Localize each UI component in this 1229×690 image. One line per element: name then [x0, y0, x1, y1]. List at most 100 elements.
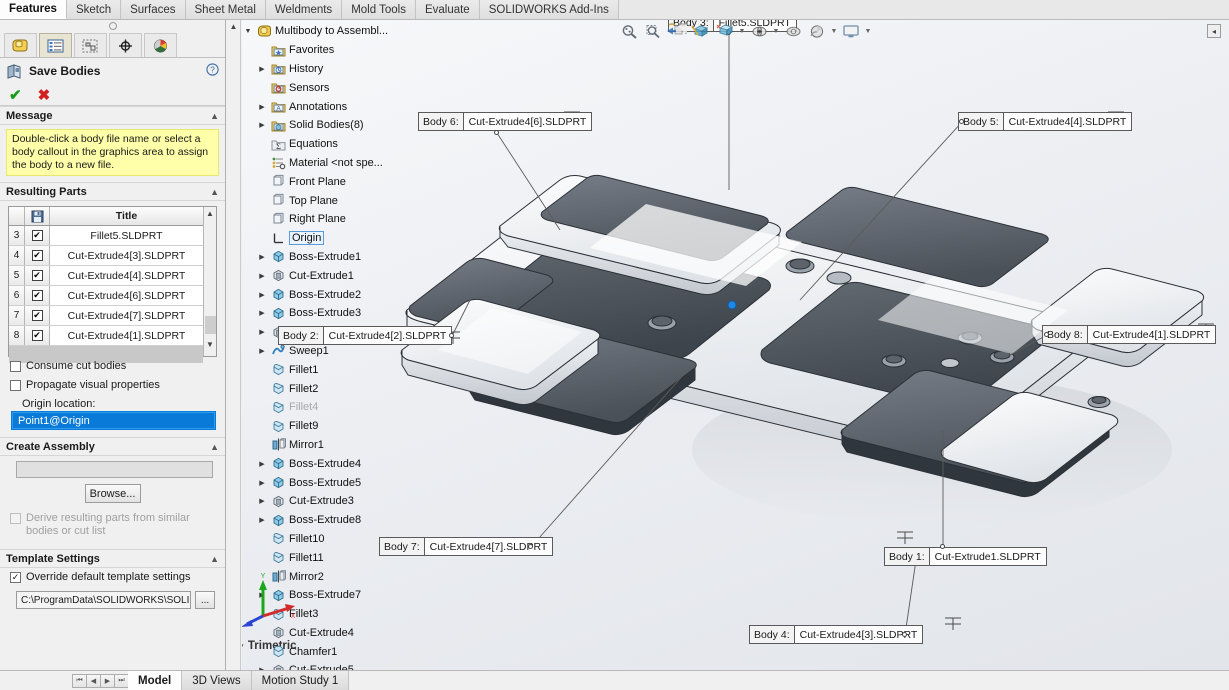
- chevron-up-icon[interactable]: ▲: [210, 442, 219, 452]
- tree-node-top-plane[interactable]: ▶ Top Plane: [242, 191, 432, 210]
- row-save-checkbox[interactable]: ✔: [25, 246, 50, 265]
- chevron-down-icon[interactable]: ▼: [772, 28, 780, 35]
- chevron-right-icon[interactable]: ▶: [256, 121, 268, 129]
- previous-view-icon[interactable]: [666, 21, 688, 41]
- row-title[interactable]: Cut-Extrude4[1].SLDPRT: [50, 326, 203, 345]
- create-assembly-section-header[interactable]: Create Assembly ▲: [0, 437, 225, 456]
- chevron-right-icon[interactable]: ▶: [256, 497, 268, 505]
- callout-file-name[interactable]: Cut-Extrude1.SLDPRT: [929, 548, 1046, 565]
- callout-file-name[interactable]: Cut-Extrude4[1].SLDPRT: [1087, 326, 1216, 343]
- tree-node-favorites[interactable]: ▶ Favorites: [242, 41, 432, 60]
- chevron-right-icon[interactable]: ▶: [256, 328, 268, 336]
- chevron-down-icon[interactable]: ▼: [738, 28, 746, 35]
- section-view-icon[interactable]: [690, 21, 712, 41]
- view-settings-icon[interactable]: [840, 21, 862, 41]
- chevron-down-icon[interactable]: ▼: [864, 28, 872, 35]
- ribbon-tab-sketch[interactable]: Sketch: [66, 0, 122, 19]
- configuration-manager-tab[interactable]: [74, 33, 107, 57]
- tree-node-annotations[interactable]: ▶ A Annotations: [242, 97, 432, 116]
- tree-node-cut-extrude3[interactable]: ▶ Cut-Extrude3: [242, 492, 432, 511]
- propagate-visual-properties-option[interactable]: Propagate visual properties: [0, 376, 225, 395]
- callout-file-name[interactable]: Cut-Extrude4[7].SLDPRT: [424, 538, 553, 555]
- tree-scroll-up-arrow[interactable]: ▲: [227, 22, 240, 31]
- override-default-template-checkbox[interactable]: ✓: [10, 572, 21, 583]
- tree-node-cut-extrude1[interactable]: ▶ Cut-Extrude1: [242, 266, 432, 285]
- bottom-tab-model[interactable]: Model: [128, 671, 183, 690]
- chevron-up-icon[interactable]: ▲: [210, 111, 219, 121]
- chevron-down-icon[interactable]: ▼: [830, 28, 838, 35]
- callout-file-name[interactable]: Cut-Extrude4[6].SLDPRT: [463, 113, 592, 130]
- chevron-right-icon[interactable]: ▶: [256, 516, 268, 524]
- tree-node-right-plane[interactable]: ▶ Right Plane: [242, 210, 432, 229]
- dimxpert-manager-tab[interactable]: [109, 33, 142, 57]
- ribbon-tab-evaluate[interactable]: Evaluate: [415, 0, 480, 19]
- template-settings-section-header[interactable]: Template Settings ▲: [0, 549, 225, 568]
- ribbon-tab-sheet-metal[interactable]: Sheet Metal: [185, 0, 266, 19]
- panel-drag-grip[interactable]: [0, 20, 225, 32]
- tree-node-equations[interactable]: ▶ Σ Equations: [242, 135, 432, 154]
- callout-anchor-dot[interactable]: [940, 544, 945, 549]
- body-callout[interactable]: Body 6: Cut-Extrude4[6].SLDPRT: [418, 112, 593, 131]
- accept-button[interactable]: ✔: [9, 86, 22, 104]
- scroll-up-arrow[interactable]: ▲: [206, 207, 214, 220]
- tree-scroll-strip[interactable]: ▲: [227, 20, 241, 670]
- chevron-right-icon[interactable]: ▶: [256, 347, 268, 355]
- bottom-tab-3d-views[interactable]: 3D Views: [182, 671, 252, 690]
- tab-nav-button-3[interactable]: ⏭: [114, 673, 129, 688]
- property-manager-tab[interactable]: [39, 33, 72, 57]
- table-row[interactable]: 7 ✔ Cut-Extrude4[7].SLDPRT: [9, 306, 203, 326]
- table-row[interactable]: 6 ✔ Cut-Extrude4[6].SLDPRT: [9, 286, 203, 306]
- tree-node-fillet4[interactable]: ▶ Fillet4: [242, 398, 432, 417]
- row-title[interactable]: Fillet5.SLDPRT: [50, 226, 203, 245]
- table-row[interactable]: 3 ✔ Fillet5.SLDPRT: [9, 226, 203, 246]
- tree-node-boss-extrude2[interactable]: ▶ Boss-Extrude2: [242, 285, 432, 304]
- callout-file-name[interactable]: Cut-Extrude4[2].SLDPRT: [323, 327, 452, 344]
- help-icon[interactable]: ?: [206, 63, 219, 79]
- row-title[interactable]: Cut-Extrude4[3].SLDPRT: [50, 246, 203, 265]
- tree-node-mirror1[interactable]: ▶ Mirror1: [242, 436, 432, 455]
- scrollbar-thumb[interactable]: [204, 316, 216, 334]
- zoom-to-area-icon[interactable]: [642, 21, 664, 41]
- tree-node-fillet9[interactable]: ▶ Fillet9: [242, 417, 432, 436]
- tree-node-chamfer1[interactable]: ▶ Chamfer1: [242, 642, 432, 661]
- tree-node-boss-extrude1[interactable]: ▶ Boss-Extrude1: [242, 248, 432, 267]
- scroll-down-arrow[interactable]: ▼: [206, 338, 214, 351]
- tree-node-material-not-spe[interactable]: ▶ Material <not spe...: [242, 154, 432, 173]
- callout-anchor-dot[interactable]: [959, 119, 964, 124]
- propagate-visual-properties-checkbox[interactable]: [10, 380, 21, 391]
- origin-location-field[interactable]: Point1@Origin: [11, 411, 216, 430]
- ribbon-tab-surfaces[interactable]: Surfaces: [121, 0, 186, 19]
- browse-button[interactable]: Browse...: [84, 484, 141, 503]
- body-callout[interactable]: Body 8: Cut-Extrude4[1].SLDPRT: [1042, 325, 1217, 344]
- callout-anchor-dot[interactable]: [902, 632, 907, 637]
- tree-node-fillet2[interactable]: ▶ Fillet2: [242, 379, 432, 398]
- chevron-right-icon[interactable]: ▶: [256, 103, 268, 111]
- tree-node-history[interactable]: ▶ History: [242, 60, 432, 79]
- ribbon-tab-solidworks-add-ins[interactable]: SOLIDWORKS Add-Ins: [479, 0, 619, 19]
- cancel-button[interactable]: ✖: [38, 86, 51, 104]
- tree-node-boss-extrude3[interactable]: ▶ Boss-Extrude3: [242, 304, 432, 323]
- callout-anchor-dot[interactable]: [449, 333, 454, 338]
- table-scrollbar[interactable]: ▲ ▼: [203, 207, 216, 356]
- body-callout[interactable]: Body 5: Cut-Extrude4[4].SLDPRT: [958, 112, 1133, 131]
- row-save-checkbox[interactable]: ✔: [25, 326, 50, 345]
- callout-file-name[interactable]: Cut-Extrude4[4].SLDPRT: [1003, 113, 1132, 130]
- chevron-right-icon[interactable]: ▶: [256, 272, 268, 280]
- tab-nav-button-2[interactable]: ▶: [100, 673, 115, 688]
- body-callout[interactable]: Body 1: Cut-Extrude1.SLDPRT: [884, 547, 1047, 566]
- bottom-tab-motion-study-1[interactable]: Motion Study 1: [251, 671, 350, 690]
- row-title[interactable]: Cut-Extrude4[7].SLDPRT: [50, 306, 203, 325]
- callout-anchor-dot[interactable]: [528, 544, 533, 549]
- tree-node-boss-extrude5[interactable]: ▶ Boss-Extrude5: [242, 473, 432, 492]
- body-callout[interactable]: Body 2: Cut-Extrude4[2].SLDPRT: [278, 326, 453, 345]
- row-save-checkbox[interactable]: ✔: [25, 266, 50, 285]
- selected-vertex[interactable]: [727, 300, 737, 310]
- tab-navigation-buttons[interactable]: ⏮ ◀ ▶ ⏭: [72, 671, 129, 690]
- resulting-parts-section-header[interactable]: Resulting Parts ▲: [0, 182, 225, 201]
- row-title[interactable]: Cut-Extrude4[4].SLDPRT: [50, 266, 203, 285]
- chevron-right-icon[interactable]: ▶: [256, 253, 268, 261]
- chevron-right-icon[interactable]: ▶: [256, 460, 268, 468]
- tree-node-origin[interactable]: ▶ Origin: [242, 229, 432, 248]
- template-browse-button[interactable]: ...: [195, 591, 215, 609]
- callout-anchor-dot[interactable]: [494, 130, 499, 135]
